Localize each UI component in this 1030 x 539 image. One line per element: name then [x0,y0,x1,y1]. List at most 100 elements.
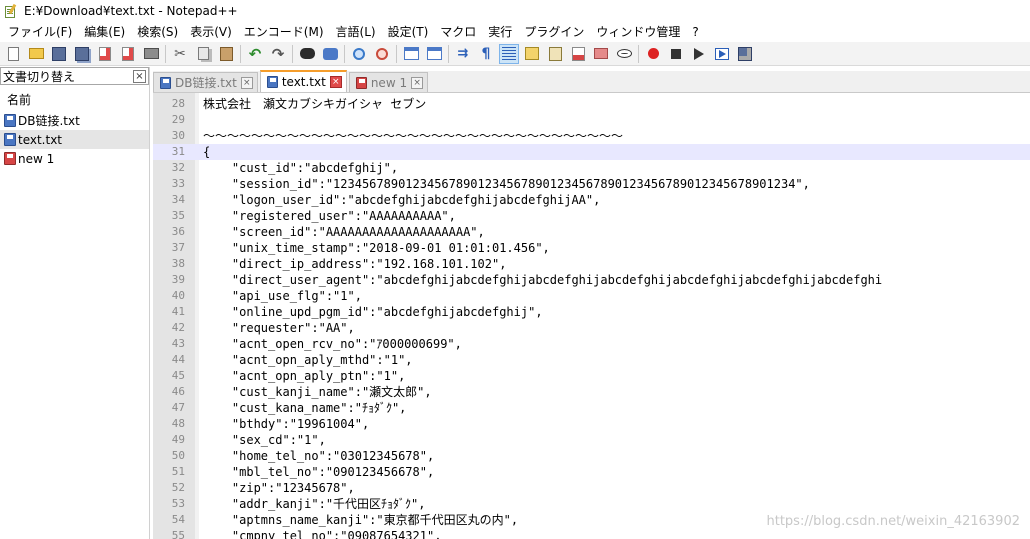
macro-save-icon [738,46,752,61]
line-text: "cust_kana_name":"ﾁｮﾀﾞｸ", [203,401,407,415]
line-number: 53 [171,497,185,510]
macro-run-multiple-button[interactable] [712,44,732,64]
line-number: 43 [171,337,185,350]
redo-button[interactable]: ↷ [268,44,288,64]
menu-item-6[interactable]: 設定(T) [382,22,435,42]
tab-1[interactable]: text.txt × [259,70,347,92]
menu-item-9[interactable]: プラグイン [518,22,590,42]
column-header-name[interactable]: 名前 [0,89,149,111]
line-text: "cmpny_tel_no":"09087654321", [203,529,442,539]
sync-horizontal-button[interactable] [424,44,444,64]
print-button[interactable] [141,44,161,64]
editor-line: 41 "online_upd_pgm_id":"abcdefghijabcdef… [153,304,1030,320]
redo-icon: ↷ [271,44,285,63]
file-list-item[interactable]: text.txt [0,130,149,149]
file-list-item[interactable]: new 1 [0,149,149,168]
macro-play-button[interactable] [689,44,709,64]
toolbar-separator [638,44,639,63]
folder-workspace-button[interactable] [591,44,611,64]
line-text: "logon_user_id":"abcdefghijabcdefghijabc… [203,193,601,207]
save-button[interactable] [49,44,69,64]
toolbar-separator [396,44,397,63]
tab-close-button[interactable]: × [411,76,424,89]
show-all-chars-icon: ¶ [481,45,491,62]
user-language-button[interactable] [522,44,542,64]
editor-line: 34 "logon_user_id":"abcdefghijabcdefghij… [153,192,1030,208]
line-number: 54 [171,513,185,526]
line-number: 39 [171,273,185,286]
line-text: "registered_user":"AAAAAAAAAA", [203,209,456,223]
editor[interactable]: 28 株式会社 瀬文カブシキガイシャ セブン 29 30 〜〜〜〜〜〜〜〜〜〜〜〜〜〜〜… [153,93,1030,539]
new-file-button[interactable] [3,44,23,64]
line-text: "mbl_tel_no":"090123456678", [203,465,435,479]
zoom-out-icon [376,47,388,60]
sync-horizontal-icon [426,47,442,60]
tab-close-button[interactable]: × [329,76,342,88]
panel-close-button[interactable]: × [133,69,146,83]
menu-item-11[interactable]: ? [686,22,704,42]
macro-record-button[interactable] [643,44,663,64]
replace-button[interactable] [320,44,340,64]
file-icon [4,152,16,165]
menu-item-4[interactable]: エンコード(M) [238,22,330,42]
line-text: "aptmns_name_kanji":"東京都千代田区丸の内", [203,513,519,527]
menu-item-2[interactable]: 検索(S) [131,22,184,42]
open-file-button[interactable] [26,44,46,64]
copy-button[interactable] [193,44,213,64]
line-text: "addr_kanji":"千代田区ﾁｮﾀﾞｸ", [203,497,426,511]
line-number: 36 [171,225,185,238]
menu-item-5[interactable]: 言語(L) [330,22,382,42]
copy-icon [197,47,209,60]
editor-line: 51 "mbl_tel_no":"090123456678", [153,464,1030,480]
close-button[interactable] [95,44,115,64]
function-list-icon [571,46,585,61]
zoom-in-button[interactable] [349,44,369,64]
menu-item-0[interactable]: ファイル(F) [2,22,78,42]
editor-line: 29 [153,112,1030,128]
find-button[interactable] [297,44,317,64]
word-wrap-button[interactable]: ⇉ [453,44,473,64]
close-all-button[interactable] [118,44,138,64]
macro-save-button[interactable] [735,44,755,64]
toolbar-separator [344,44,345,63]
cut-button[interactable]: ✂ [170,44,190,64]
zoom-out-button[interactable] [372,44,392,64]
save-all-button[interactable] [72,44,92,64]
editor-line: 40 "api_use_flg":"1", [153,288,1030,304]
undo-button[interactable]: ↶ [245,44,265,64]
macro-stop-button[interactable] [666,44,686,64]
function-list-button[interactable] [568,44,588,64]
tab-2[interactable]: new 1 × [348,72,429,92]
doc-map-button[interactable] [545,44,565,64]
monitoring-button[interactable] [614,44,634,64]
show-all-chars-button[interactable]: ¶ [476,44,496,64]
macro-run-multiple-icon [715,47,729,60]
toolbar-separator [292,44,293,63]
menu-item-8[interactable]: 実行 [482,22,518,42]
tab-close-button[interactable]: × [240,76,253,89]
print-icon [143,48,159,59]
file-list-item[interactable]: DB链接.txt [0,111,149,130]
line-text: "cust_kanji_name":"瀬文太郎", [203,385,432,399]
line-number: 31 [171,145,185,158]
macro-record-icon [647,48,659,59]
paste-button[interactable] [216,44,236,64]
line-number: 51 [171,465,185,478]
line-number: 52 [171,481,185,494]
line-text: "online_upd_pgm_id":"abcdefghijabcdefghi… [203,305,543,319]
tab-bar: DB链接.txt × text.txt × new 1 × [153,70,1030,93]
file-list: DB链接.txt text.txt new 1 [0,111,149,168]
sync-vertical-button[interactable] [401,44,421,64]
menu-item-10[interactable]: ウィンドウ管理 [590,22,686,42]
undo-icon: ↶ [248,44,262,63]
indent-guide-button[interactable] [499,43,519,64]
menu-item-7[interactable]: マクロ [434,22,482,42]
menu-item-1[interactable]: 編集(E) [78,22,131,42]
menu-item-3[interactable]: 表示(V) [184,22,238,42]
text-lines: 28 株式会社 瀬文カブシキガイシャ セブン 29 30 〜〜〜〜〜〜〜〜〜〜〜〜〜〜〜… [153,96,1030,539]
editor-line: 38 "direct_ip_address":"192.168.101.102"… [153,256,1030,272]
line-number: 42 [171,321,185,334]
tab-0[interactable]: DB链接.txt × [153,72,258,92]
editor-line: 52 "zip":"12345678", [153,480,1030,496]
monitoring-icon [616,49,632,58]
